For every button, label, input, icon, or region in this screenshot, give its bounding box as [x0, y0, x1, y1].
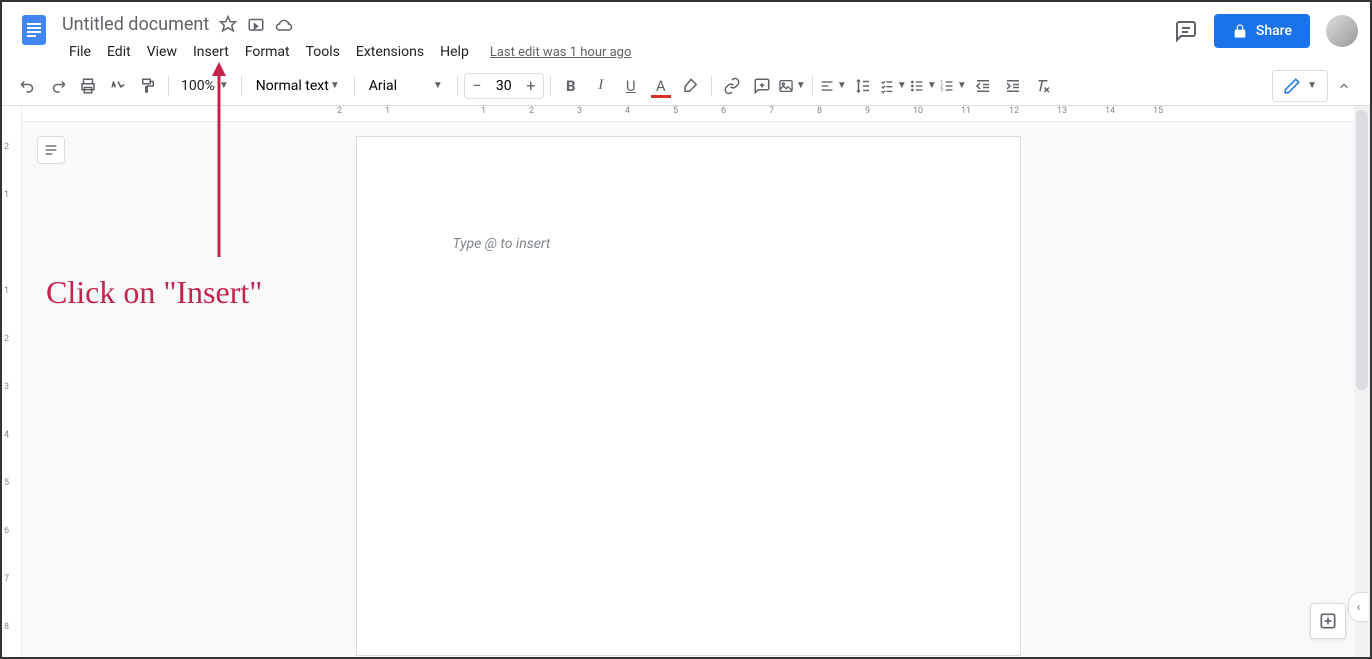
vertical-scrollbar[interactable] [1354, 106, 1370, 657]
menu-insert[interactable]: Insert [186, 40, 236, 64]
decrease-indent-button[interactable] [969, 72, 997, 100]
chevron-down-icon: ▼ [219, 80, 229, 91]
menu-edit[interactable]: Edit [100, 40, 138, 64]
vertical-ruler: 2 1 1 2 3 4 5 6 7 8 [2, 106, 22, 657]
bulleted-list-button[interactable]: ▼ [909, 72, 937, 100]
menu-view[interactable]: View [140, 40, 184, 64]
bold-button[interactable]: B [557, 72, 585, 100]
toolbar-separator [354, 76, 355, 96]
underline-button[interactable]: U [617, 72, 645, 100]
clear-formatting-button[interactable] [1029, 72, 1057, 100]
increase-indent-button[interactable] [999, 72, 1027, 100]
menu-help[interactable]: Help [433, 40, 476, 64]
line-spacing-button[interactable] [849, 72, 877, 100]
toolbar-separator [168, 76, 169, 96]
checklist-button[interactable]: ▼ [879, 72, 907, 100]
toolbar-separator [457, 76, 458, 96]
editing-mode-button[interactable]: ▼ [1272, 70, 1328, 102]
collapse-toolbar-button[interactable] [1330, 72, 1358, 100]
menu-tools[interactable]: Tools [299, 40, 347, 64]
toolbar-separator [711, 76, 712, 96]
document-page[interactable]: Type @ to insert [356, 136, 1021, 656]
last-edit-link[interactable]: Last edit was 1 hour ago [490, 45, 632, 60]
menu-file[interactable]: File [62, 40, 98, 64]
chevron-down-icon: ▼ [433, 80, 443, 91]
scrollbar-thumb[interactable] [1356, 110, 1368, 390]
menubar: File Edit View Insert Format Tools Exten… [62, 38, 1174, 66]
redo-button[interactable] [44, 72, 72, 100]
side-panel-toggle[interactable]: ‹ [1348, 592, 1368, 622]
chevron-down-icon: ▼ [897, 80, 907, 91]
cloud-status-icon[interactable] [275, 15, 293, 33]
spellcheck-button[interactable] [104, 72, 132, 100]
menu-extensions[interactable]: Extensions [349, 40, 431, 64]
add-comment-button[interactable] [748, 72, 776, 100]
toolbar-separator [812, 76, 813, 96]
toolbar: 100%▼ Normal text▼ Arial▼ − + B I U A ▼ … [2, 66, 1370, 106]
move-icon[interactable] [247, 15, 265, 33]
zoom-select[interactable]: 100%▼ [175, 74, 235, 98]
chevron-down-icon: ▼ [837, 80, 847, 91]
insert-image-button[interactable]: ▼ [778, 72, 806, 100]
chevron-down-icon: ▼ [927, 80, 937, 91]
chevron-down-icon: ▼ [330, 80, 340, 91]
placeholder-text: Type @ to insert [453, 236, 551, 252]
numbered-list-button[interactable]: 123▼ [939, 72, 967, 100]
paragraph-style-select[interactable]: Normal text▼ [248, 74, 348, 98]
svg-text:3: 3 [940, 87, 943, 93]
comments-icon[interactable] [1174, 19, 1198, 43]
italic-button[interactable]: I [587, 72, 615, 100]
increase-font-size-button[interactable]: + [519, 74, 543, 98]
document-title[interactable]: Untitled document [62, 14, 209, 35]
align-button[interactable]: ▼ [819, 72, 847, 100]
toolbar-separator [241, 76, 242, 96]
font-size-input[interactable] [489, 78, 519, 94]
canvas-area[interactable]: Type @ to insert [22, 106, 1354, 657]
docs-logo[interactable] [14, 10, 54, 50]
pencil-icon [1283, 77, 1301, 95]
menu-format[interactable]: Format [238, 40, 297, 64]
share-button[interactable]: Share [1214, 14, 1310, 48]
undo-button[interactable] [14, 72, 42, 100]
star-icon[interactable] [219, 15, 237, 33]
chevron-down-icon: ▼ [796, 80, 806, 91]
text-color-button[interactable]: A [647, 72, 675, 100]
share-label: Share [1256, 23, 1292, 39]
decrease-font-size-button[interactable]: − [465, 74, 489, 98]
explore-button[interactable] [1310, 603, 1346, 639]
font-select[interactable]: Arial▼ [361, 74, 451, 98]
paint-format-button[interactable] [134, 72, 162, 100]
chevron-down-icon: ▼ [1307, 80, 1317, 91]
highlight-button[interactable] [677, 72, 705, 100]
toolbar-separator [550, 76, 551, 96]
user-avatar[interactable] [1326, 15, 1358, 47]
insert-link-button[interactable] [718, 72, 746, 100]
print-button[interactable] [74, 72, 102, 100]
lock-icon [1232, 23, 1248, 39]
chevron-down-icon: ▼ [957, 80, 967, 91]
